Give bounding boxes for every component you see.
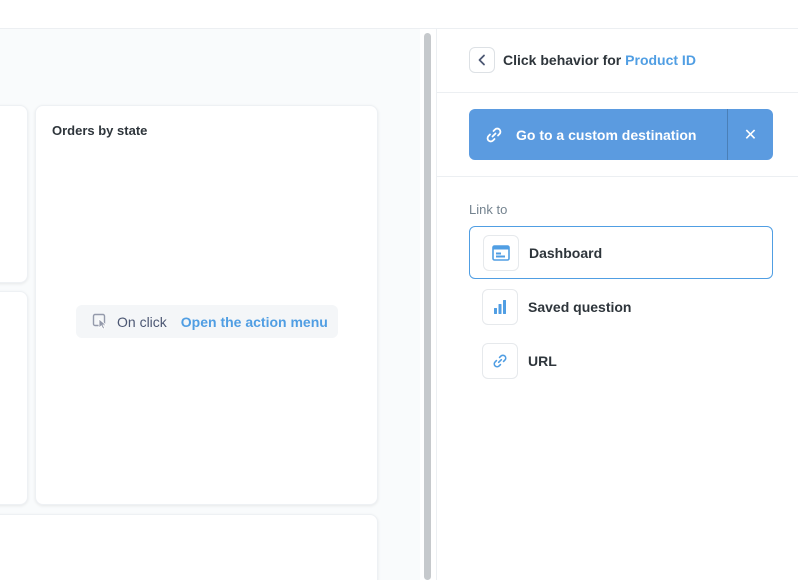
sidebar-title: Click behavior for Product ID [503, 52, 696, 68]
dashboard-card[interactable] [0, 291, 28, 505]
back-button[interactable] [469, 47, 495, 73]
onclick-label: On click [117, 313, 167, 330]
option-label: Saved question [528, 298, 632, 315]
link-option-url[interactable]: URL [469, 334, 773, 387]
custom-destination-select[interactable]: Go to a custom destination [469, 109, 728, 160]
sidebar-title-field: Product ID [625, 52, 696, 68]
custom-destination-button: Go to a custom destination ✕ [469, 109, 773, 160]
pointer-click-icon [92, 313, 109, 330]
dashboard-icon [483, 234, 519, 271]
dashboard-canvas: Orders by state On click Open the action… [0, 29, 420, 580]
orders-by-state-card[interactable]: Orders by state On click Open the action… [35, 105, 378, 505]
top-bar [0, 0, 798, 29]
bar-chart-icon [482, 288, 518, 325]
close-button[interactable]: ✕ [728, 109, 773, 160]
click-behavior-pill: On click Open the action menu [76, 305, 338, 338]
onclick-action-text: Open the action menu [180, 313, 328, 330]
close-icon: ✕ [743, 126, 758, 144]
link-icon [482, 342, 518, 379]
chevron-left-icon [477, 54, 487, 66]
option-label: URL [528, 352, 557, 369]
custom-destination-label: Go to a custom destination [516, 126, 697, 143]
link-option-saved-question[interactable]: Saved question [469, 280, 773, 333]
click-behavior-sidebar: Click behavior for Product ID Go to a cu… [436, 29, 798, 580]
scrollbar-thumb[interactable] [424, 33, 431, 580]
link-to-label: Link to [469, 202, 508, 217]
link-option-dashboard[interactable]: Dashboard [469, 226, 773, 279]
sidebar-header: Click behavior for Product ID [437, 29, 798, 93]
dashboard-card[interactable] [0, 514, 378, 580]
destination-section: Go to a custom destination ✕ [437, 93, 798, 177]
link-icon [485, 126, 503, 144]
option-label: Dashboard [529, 244, 603, 261]
dashboard-card[interactable] [0, 105, 28, 283]
sidebar-title-prefix: Click behavior for [503, 52, 622, 68]
card-title: Orders by state [52, 123, 148, 138]
